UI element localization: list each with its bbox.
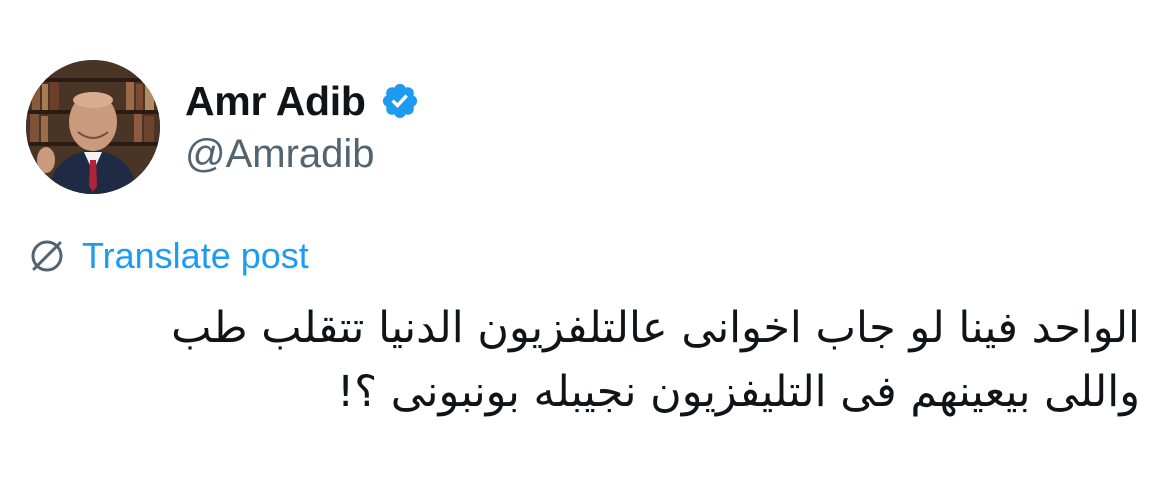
verified-badge-icon [380,81,420,121]
post-text: الواحد فينا لو جاب اخوانى عالتلفزيون الد… [60,296,1140,424]
post-text-line: الواحد فينا لو جاب اخوانى عالتلفزيون الد… [171,303,1140,353]
author-avatar[interactable] [26,60,160,194]
avatar-photo-icon [26,60,160,194]
author-name-row: Amr Adib [185,76,420,126]
author-display-name[interactable]: Amr Adib [185,80,366,122]
author-handle[interactable]: @Amradib [185,134,375,174]
translate-post-label: Translate post [82,235,309,276]
translate-globe-icon [26,235,68,277]
post-text-line: واللى بيعينهم فى التليفزيون نجيبله بونبو… [336,367,1140,417]
translate-post-button[interactable]: Translate post [26,234,309,278]
